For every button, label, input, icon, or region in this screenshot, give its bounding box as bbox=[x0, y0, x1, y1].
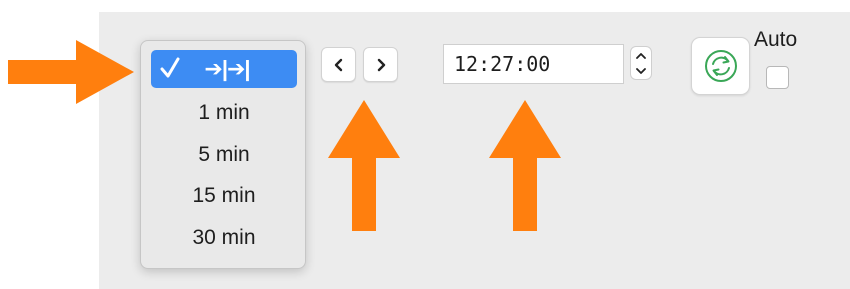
annotation-arrow-right bbox=[8, 40, 134, 104]
menu-item-15-min[interactable]: 15 min bbox=[151, 177, 297, 215]
stepper-up-button[interactable] bbox=[631, 48, 651, 64]
stepper-down-button[interactable] bbox=[631, 63, 651, 79]
stepper-down-icon bbox=[636, 68, 646, 74]
chevron-left-icon bbox=[334, 58, 342, 71]
menu-item-skip[interactable]: ➔|➔| bbox=[151, 50, 297, 88]
menu-item-1-min[interactable]: 1 min bbox=[151, 94, 297, 132]
stepper-up-icon bbox=[636, 53, 646, 59]
chevron-right-icon bbox=[377, 58, 385, 71]
refresh-icon bbox=[704, 50, 737, 82]
step-forward-button[interactable] bbox=[363, 47, 398, 82]
refresh-button[interactable] bbox=[691, 37, 750, 95]
time-stepper[interactable] bbox=[630, 46, 652, 80]
menu-item-5-min[interactable]: 5 min bbox=[151, 136, 297, 174]
annotation-arrow-up-time bbox=[489, 100, 561, 231]
auto-checkbox[interactable] bbox=[766, 66, 789, 89]
skip-icon: ➔|➔| bbox=[204, 56, 250, 81]
time-input[interactable]: 12:27:00 bbox=[443, 44, 624, 84]
checkmark-icon bbox=[160, 57, 180, 78]
auto-label: Auto bbox=[754, 28, 798, 51]
menu-item-30-min[interactable]: 30 min bbox=[151, 219, 297, 257]
interval-dropdown-menu: ➔|➔| 1 min 5 min 15 min 30 min bbox=[140, 40, 306, 269]
annotation-arrow-up-steps bbox=[328, 100, 400, 231]
step-back-button[interactable] bbox=[321, 47, 356, 82]
